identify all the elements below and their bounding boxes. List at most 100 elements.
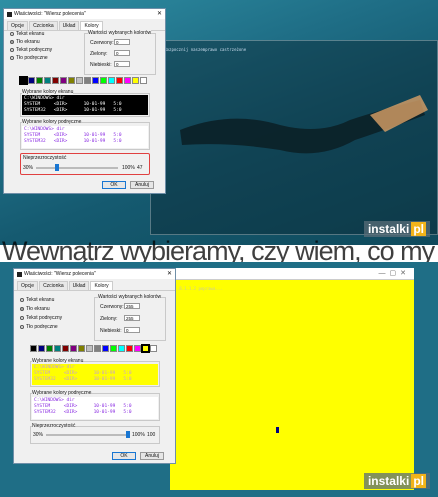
tab-layout[interactable]: Układ [68,281,90,290]
tab-colors[interactable]: Kolory [80,21,103,30]
tab-options[interactable]: Opcje [7,21,29,30]
color-swatch[interactable] [140,77,147,84]
popup-preview: C:\WINDOWS> dir SYSTEM <DIR> 10-01-99 5:… [22,126,148,148]
close-icon[interactable]: ✕ [167,270,172,277]
tab-font[interactable]: Czcionka [39,281,68,290]
tab-colors[interactable]: Kolory [90,281,113,290]
watermark-logo: instalki pl [363,473,430,489]
radio-label: Tekst ekranu [26,297,55,303]
color-swatch[interactable] [70,345,77,352]
top-screenshot: w: Rozpocznij naszemprawo castrzeżone Wł… [0,0,438,245]
radio-icon [20,297,24,302]
opacity-track [46,434,128,436]
radio-label: Tło ekranu [26,306,50,312]
color-swatch[interactable] [118,345,125,352]
radio-popup-text[interactable]: Tekst podręczny [10,47,52,53]
color-swatch[interactable] [52,77,59,84]
color-swatch[interactable] [141,344,150,353]
color-swatch[interactable] [102,345,109,352]
color-swatch[interactable] [132,77,139,84]
color-swatch[interactable] [92,77,99,84]
close-icon[interactable]: ✕ [157,10,162,17]
color-swatch[interactable] [68,77,75,84]
color-swatch[interactable] [28,77,35,84]
color-swatch[interactable] [36,77,43,84]
ok-button[interactable]: OK [102,181,126,189]
radio-popup-bg[interactable]: Tło podręczne [20,324,58,330]
radio-popup-bg[interactable]: Tło podręczne [10,55,48,61]
red-label: Czerwony: [90,40,114,46]
color-swatch[interactable] [30,345,37,352]
blue-spinner[interactable]: 0 [124,327,140,333]
blue-label: Niebieski: [90,62,112,68]
green-spinner[interactable]: 255 [124,315,140,321]
radio-screen-text[interactable]: Tekst ekranu [20,297,54,303]
color-swatch[interactable] [126,345,133,352]
watermark-text: instalki [367,474,410,488]
values-group-title: Wartości wybranych kolorów [98,294,162,300]
console-line: w: Rozpocznij naszemprawo castrzeżone [157,47,247,52]
red-spinner[interactable]: 0 [114,39,130,45]
color-swatch[interactable] [46,345,53,352]
color-swatch[interactable] [134,345,141,352]
color-swatch[interactable] [84,77,91,84]
screen-preview: C:\WINDOWS> dir SYSTEM <DIR> 10-01-99 5:… [22,95,148,115]
cancel-button[interactable]: Anuluj [140,452,164,460]
tab-font[interactable]: Czcionka [29,21,58,30]
green-spinner[interactable]: 0 [114,50,130,56]
radio-icon [10,47,14,52]
radio-screen-text[interactable]: Tekst ekranu [10,31,44,37]
diver-image [180,95,428,154]
color-swatch[interactable] [60,77,67,84]
color-swatch[interactable] [38,345,45,352]
cancel-button[interactable]: Anuluj [130,181,154,189]
color-swatch[interactable] [100,77,107,84]
color-swatch[interactable] [124,77,131,84]
radio-selected-icon [10,39,14,44]
radio-label: Tekst podręczny [16,47,53,53]
color-swatch[interactable] [86,345,93,352]
color-swatch[interactable] [150,345,157,352]
radio-selected-icon [20,306,24,311]
opacity-slider[interactable] [55,164,60,171]
ok-button[interactable]: OK [112,452,136,460]
radio-label: Tło ekranu [16,39,40,45]
tab-options[interactable]: Opcje [17,281,39,290]
color-swatch[interactable] [19,76,28,85]
color-swatch[interactable] [108,77,115,84]
opacity-slider[interactable] [126,431,130,438]
watermark-logo: instalki pl [363,221,430,237]
opacity-max: 100% [132,432,145,438]
color-palette-bottom [30,344,158,353]
console-cursor [276,427,279,433]
blue-spinner[interactable]: 0 [114,61,130,67]
color-swatch[interactable] [116,77,123,84]
red-spinner[interactable]: 255 [124,303,140,309]
blue-label: Niebieski: [100,328,122,334]
color-swatch[interactable] [110,345,117,352]
console-yellow-area: ...8.1.1.2 poprawa... [170,280,414,490]
opacity-title: Nieprzezroczystość [32,423,76,429]
color-swatch[interactable] [54,345,61,352]
dialog-titlebar: Właściwości: "Wiersz polecenia" ✕ [4,9,165,19]
opacity-value: 100 [147,432,156,438]
radio-screen-bg[interactable]: Tło ekranu [20,306,50,312]
window-controls[interactable]: —▢✕ [379,269,410,277]
color-swatch[interactable] [44,77,51,84]
cmd-icon [7,11,12,17]
color-palette-top [19,76,148,85]
radio-label: Tło podręczne [26,324,58,330]
color-swatch[interactable] [62,345,69,352]
tab-layout[interactable]: Układ [58,21,80,30]
radio-popup-text[interactable]: Tekst podręczny [20,315,62,321]
watermark-suffix: pl [411,222,426,236]
color-swatch[interactable] [76,77,83,84]
properties-dialog: Właściwości: "Wiersz polecenia" ✕ Opcje … [3,8,166,194]
radio-label: Tekst podręczny [26,315,63,321]
color-swatch[interactable] [78,345,85,352]
console-titlebar: —▢✕ [170,268,414,280]
popup-colors-title: Wybrane kolory podręczne [32,390,92,396]
radio-screen-bg[interactable]: Tło ekranu [10,39,40,45]
opacity-min: 30% [33,432,44,438]
color-swatch[interactable] [94,345,101,352]
